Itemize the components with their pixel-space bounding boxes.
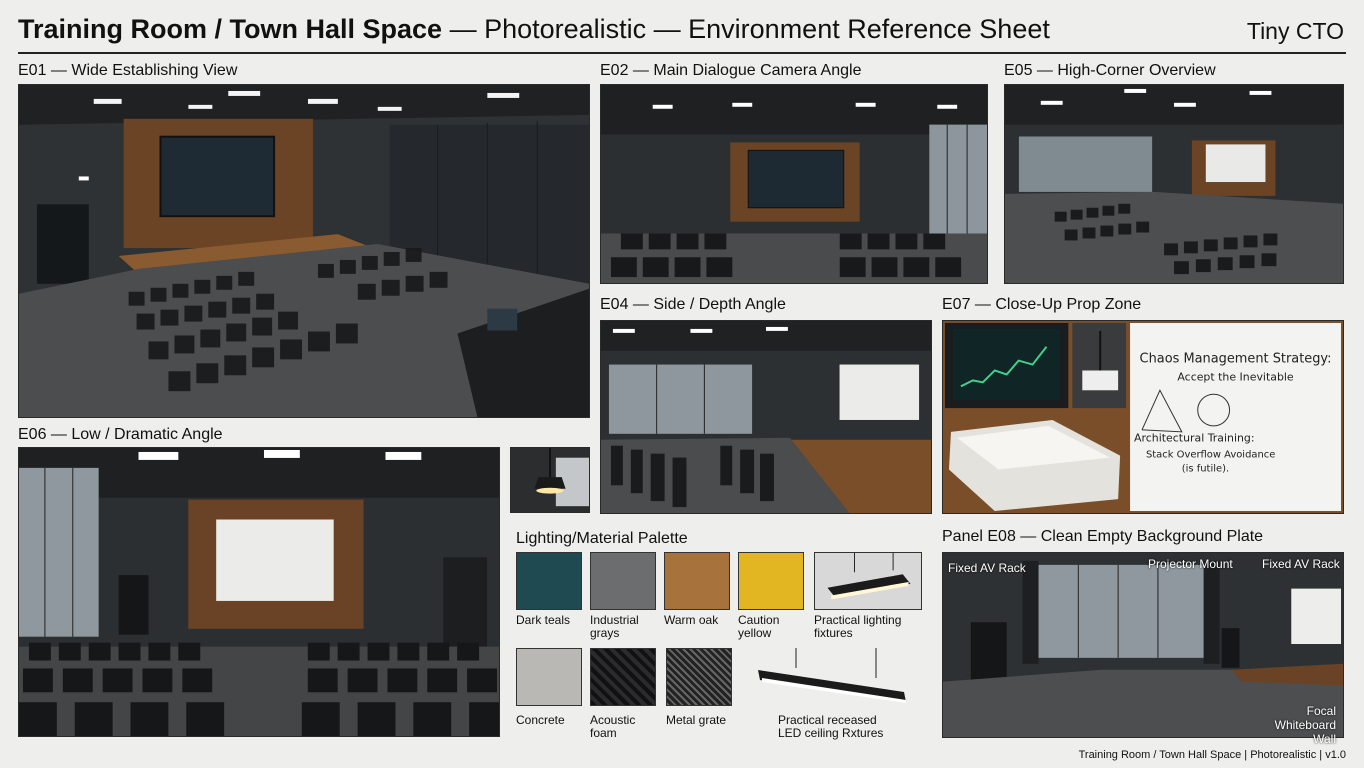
whiteboard-line-2: Architectural Training: [1134, 432, 1255, 445]
swatch-label-dark-teals: Dark teals [516, 613, 571, 627]
panel-e04-image [600, 320, 932, 514]
whiteboard-title: Chaos Management Strategy: [1140, 352, 1332, 367]
swatch-warm-oak [664, 552, 730, 610]
swatch-label-practical-lighting: Practical lighting fixtures [814, 613, 902, 640]
panel-e05-image [1004, 84, 1344, 284]
whiteboard-line-3: Stack Overflow Avoidance [1146, 450, 1275, 461]
swatch-dark-teals [516, 552, 582, 610]
footer-caption: Training Room / Town Hall Space | Photor… [1078, 749, 1346, 761]
swatch-practical-lighting [814, 552, 922, 610]
label-e08: Panel E08 — Clean Empty Background Plate [942, 528, 1264, 545]
swatch-metal-grate [666, 648, 732, 706]
title-bar: Training Room / Town Hall Space — Photor… [18, 12, 1346, 54]
label-e06: E06 — Low / Dramatic Angle [18, 426, 223, 443]
panel-e06-image [18, 447, 500, 737]
brand-label: Tiny CTO [1246, 18, 1344, 44]
swatch-label-recessed-led: Practical receased LED ceiling Rxtures [778, 713, 884, 740]
swatch-label-industrial-grays: Industrial grays [590, 613, 639, 640]
swatch-acoustic-foam [590, 648, 656, 706]
whiteboard-sub: Accept the Inevitable [1177, 370, 1294, 383]
whiteboard-line-4: (is futile). [1182, 463, 1229, 474]
material-palette: Dark teals Industrial grays Warm oak Cau… [516, 552, 926, 742]
panel-pendant-light-image [510, 447, 590, 513]
panel-e01-image [18, 84, 590, 418]
label-e04: E04 — Side / Depth Angle [600, 296, 786, 313]
label-e01: E01 — Wide Establishing View [18, 62, 238, 79]
label-e02: E02 — Main Dialogue Camera Angle [600, 62, 862, 79]
swatch-label-warm-oak: Warm oak [664, 613, 719, 627]
swatch-label-caution-yellow: Caution yellow [738, 613, 780, 640]
swatch-label-acoustic-foam: Acoustic foam [590, 713, 636, 740]
annot-right-av-rack: Fixed AV Rack [1262, 557, 1340, 571]
annot-left-av-rack: Fixed AV Rack [948, 561, 1026, 575]
panel-e07-image: Chaos Management Strategy: Accept the In… [942, 320, 1344, 514]
panel-e02-image [600, 84, 988, 284]
swatch-concrete [516, 648, 582, 706]
swatch-label-metal-grate: Metal grate [666, 713, 727, 727]
palette-title: Lighting/Material Palette [516, 530, 688, 547]
swatch-industrial-grays [590, 552, 656, 610]
annot-focal-whiteboard: Focal Whiteboard Wall [1274, 704, 1336, 746]
swatch-caution-yellow [738, 552, 804, 610]
label-e07: E07 — Close-Up Prop Zone [942, 296, 1142, 313]
swatch-label-concrete: Concrete [516, 713, 565, 727]
label-e05: E05 — High-Corner Overview [1004, 62, 1216, 79]
page-title: Training Room / Town Hall Space — Photor… [18, 14, 1050, 44]
swatch-recessed-led [756, 648, 912, 710]
annot-projector-mount: Projector Mount [1148, 557, 1233, 571]
